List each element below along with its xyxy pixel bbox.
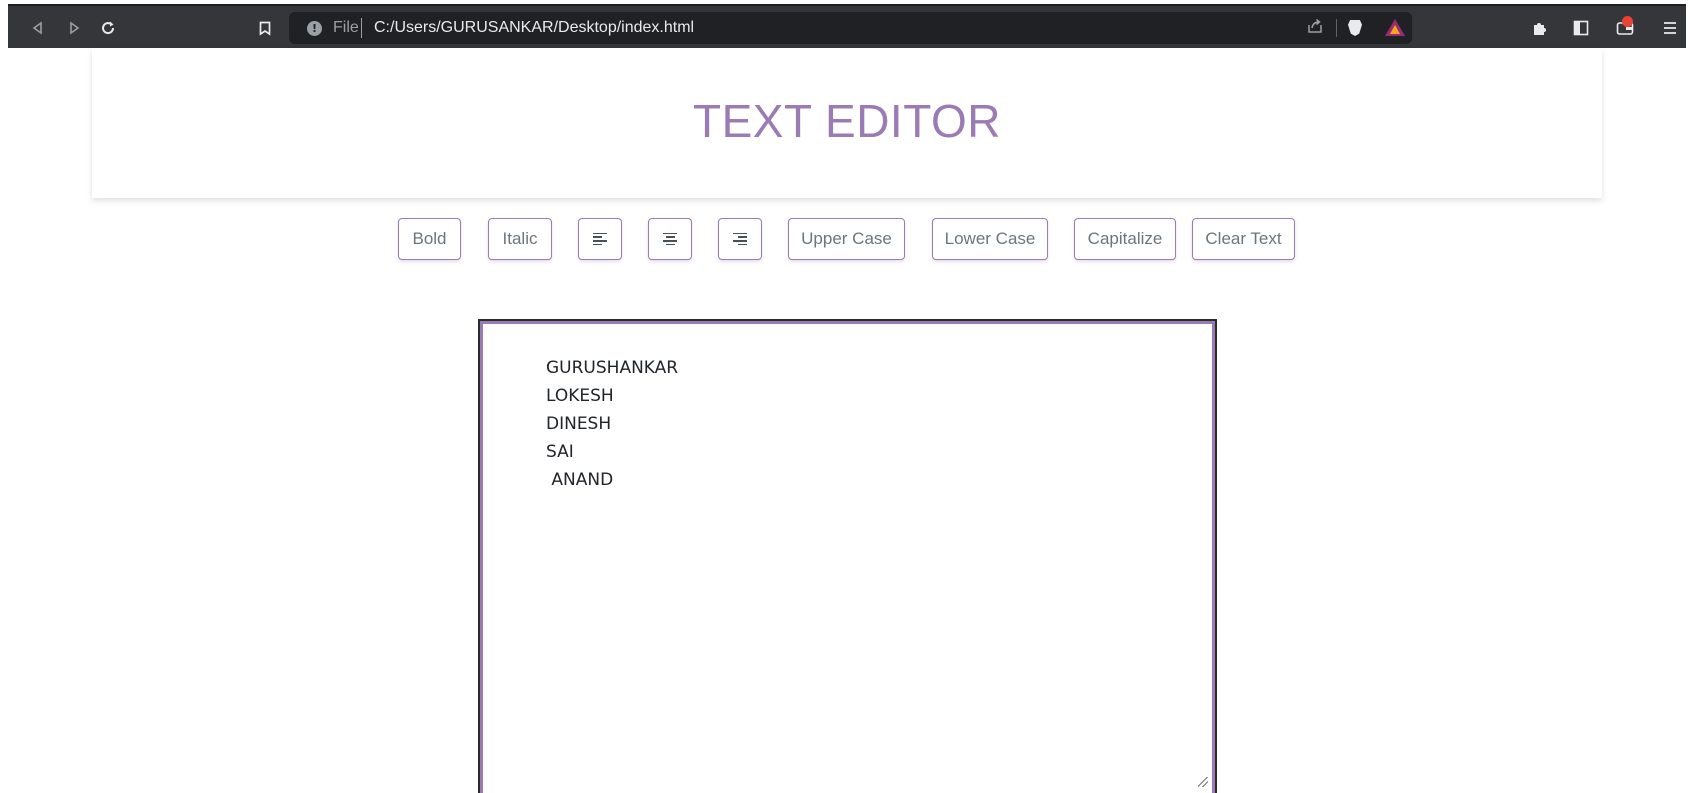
italic-button[interactable]: Italic <box>488 218 552 260</box>
back-icon[interactable] <box>26 6 50 50</box>
omnibox-divider <box>1336 19 1337 37</box>
url-scheme-label: File <box>333 19 359 36</box>
brave-rewards-icon[interactable] <box>1385 19 1405 36</box>
align-left-icon <box>593 232 607 246</box>
text-line: DINESH <box>546 414 612 434</box>
info-icon[interactable]: ! <box>307 21 322 36</box>
align-center-button[interactable] <box>648 218 692 260</box>
forward-icon[interactable] <box>62 6 86 50</box>
url-separator <box>361 18 362 38</box>
bookmark-icon[interactable] <box>253 6 277 50</box>
share-icon[interactable] <box>1307 18 1323 39</box>
align-right-button[interactable] <box>718 218 762 260</box>
align-right-icon <box>733 232 747 246</box>
brave-shields-icon[interactable] <box>1348 20 1362 36</box>
browser-toolbar: ! File C:/Users/GURUSANKAR/Desktop/index… <box>8 4 1686 48</box>
bold-button[interactable]: Bold <box>398 218 461 260</box>
address-bar[interactable]: ! File C:/Users/GURUSANKAR/Desktop/index… <box>289 12 1412 44</box>
lower-case-button[interactable]: Lower Case <box>932 218 1048 260</box>
sidebar-icon[interactable] <box>1569 6 1593 50</box>
text-line: SAI <box>546 442 574 462</box>
reload-icon[interactable] <box>96 6 120 50</box>
align-left-button[interactable] <box>578 218 622 260</box>
resize-handle[interactable] <box>1198 777 1208 787</box>
capitalize-button[interactable]: Capitalize <box>1074 218 1176 260</box>
text-line: LOKESH <box>546 386 614 406</box>
upper-case-button[interactable]: Upper Case <box>788 218 905 260</box>
text-line: GURUSHANKAR <box>546 358 679 378</box>
menu-icon[interactable] <box>1658 6 1682 50</box>
page-title: TEXT EDITOR <box>693 95 1001 147</box>
align-center-icon <box>663 232 677 246</box>
wallet-icon[interactable] <box>1613 6 1637 50</box>
extensions-icon[interactable] <box>1527 6 1551 50</box>
editor-frame: GURUSHANKAR LOKESH DINESH SAI ANAND <box>478 319 1217 793</box>
clear-text-button[interactable]: Clear Text <box>1192 218 1295 260</box>
notification-badge <box>1622 16 1633 27</box>
formatting-toolbar: Bold Italic Upper Case Lower Case Capita… <box>0 218 1691 262</box>
url-text[interactable]: C:/Users/GURUSANKAR/Desktop/index.html <box>374 19 694 37</box>
header-card: TEXT EDITOR <box>92 48 1602 198</box>
text-line: ANAND <box>546 470 614 490</box>
text-area[interactable]: GURUSHANKAR LOKESH DINESH SAI ANAND <box>483 324 1212 793</box>
